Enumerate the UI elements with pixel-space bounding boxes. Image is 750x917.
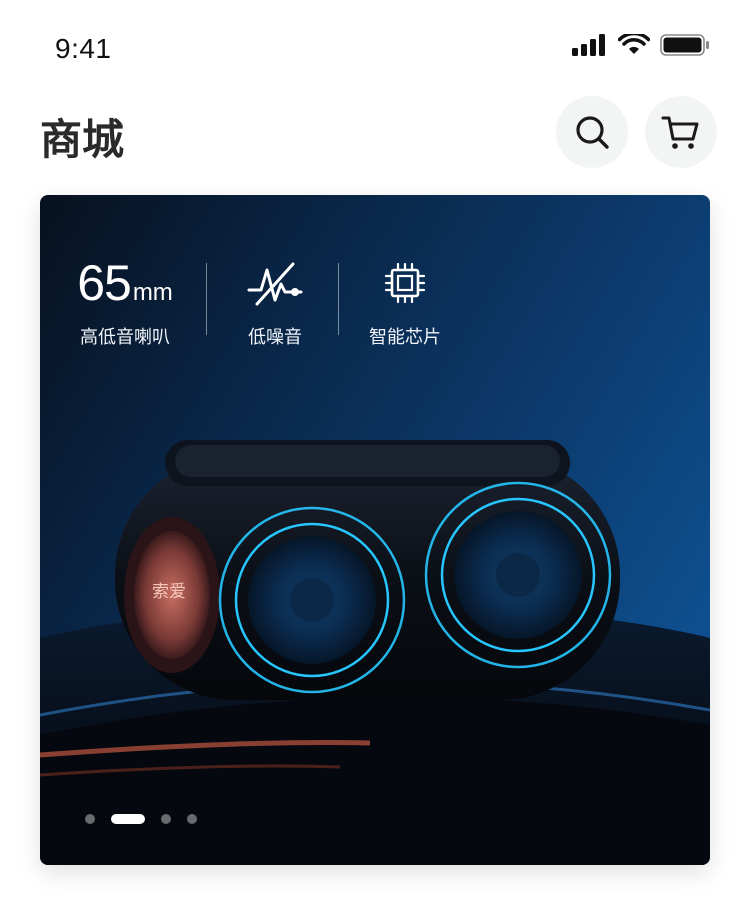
wifi-icon (618, 34, 650, 54)
product-banner[interactable]: 索爱 65mm 高低音喇叭 低噪音 智能芯片 (40, 195, 710, 865)
carousel-dot[interactable] (85, 814, 95, 824)
noise-reduction-icon (247, 262, 303, 306)
feature-divider (206, 263, 207, 335)
signal-icon (572, 34, 605, 56)
product-brand-logo: 索爱 (152, 582, 186, 602)
feature-number: 65 (77, 255, 132, 311)
cart-button[interactable] (645, 96, 717, 168)
status-icons (572, 34, 710, 56)
search-icon (576, 116, 609, 149)
feature-label: 低噪音 (248, 327, 302, 348)
battery-icon (660, 34, 709, 56)
carousel-dot-active[interactable] (111, 814, 145, 824)
feature-label: 高低音喇叭 (80, 327, 170, 348)
feature-noise: 低噪音 (225, 255, 325, 349)
status-time: 9:41 (55, 33, 112, 64)
feature-label: 智能芯片 (369, 327, 441, 348)
cart-icon (661, 116, 699, 149)
search-button[interactable] (556, 96, 628, 168)
chip-icon (384, 262, 426, 304)
carousel-indicator (85, 814, 213, 824)
header: 商城 (0, 96, 750, 168)
carousel-dot[interactable] (187, 814, 197, 824)
feature-chip: 智能芯片 (355, 255, 455, 349)
feature-divider (338, 263, 339, 335)
status-bar: 9:41 (0, 0, 750, 96)
features-row: 65mm 高低音喇叭 低噪音 智能芯片 (40, 255, 710, 365)
feature-unit: mm (132, 279, 173, 306)
feature-speaker: 65mm 高低音喇叭 (70, 255, 180, 349)
feature-value: 65mm (70, 255, 180, 311)
page: 9:41 商城 索爱 65mm 高低音喇叭 低噪音 智能芯片 (0, 0, 750, 917)
page-title: 商城 (40, 115, 125, 164)
carousel-dot[interactable] (161, 814, 171, 824)
